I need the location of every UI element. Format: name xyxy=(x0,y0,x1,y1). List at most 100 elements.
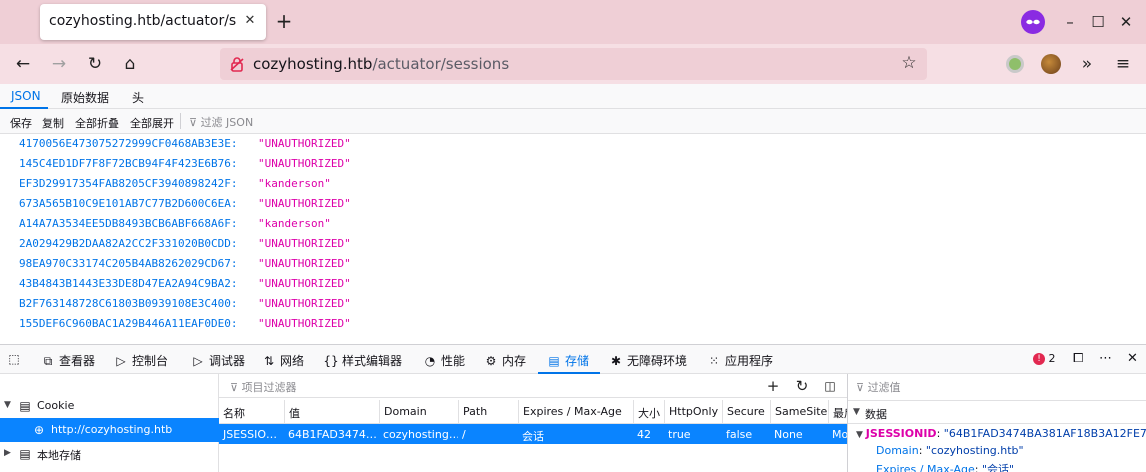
tab-console[interactable]: ▷ 控制台 xyxy=(113,352,168,369)
detail-cookie-name: JSESSIONID xyxy=(865,427,937,440)
detail-expires-value: "会话" xyxy=(981,463,1015,472)
json-row[interactable]: 673A565B10C9E101AB7C77B2D600C6EA: "UNAUTH… xyxy=(0,194,1146,214)
minimize-icon[interactable]: – xyxy=(1060,12,1080,32)
filter-icon: ⊽ xyxy=(856,381,868,394)
extension-icon[interactable] xyxy=(1006,55,1024,73)
table-filter-input[interactable]: ⊽ 项目过滤器 xyxy=(230,379,297,395)
tab-raw-data[interactable]: 原始数据 xyxy=(61,89,109,106)
tab-performance[interactable]: ◔ 性能 xyxy=(422,352,465,369)
json-row[interactable]: EF3D29917354FAB8205CF3940898242F: "kander… xyxy=(0,174,1146,194)
home-icon[interactable]: ⌂ xyxy=(119,53,141,75)
json-key: 4170056E473075272999CF0468AB3E3E: xyxy=(19,137,238,150)
column-header-httponly[interactable]: HttpOnly xyxy=(664,400,722,424)
detail-cookie-line[interactable]: ▼ JSESSIONID: "64B1FAD3474BA381AF18B3A12… xyxy=(856,427,1146,440)
tab-json[interactable]: JSON xyxy=(11,89,41,103)
memory-icon: ⚙ xyxy=(485,354,497,368)
chevron-down-icon[interactable]: ▼ xyxy=(856,430,866,440)
close-window-icon[interactable]: ✕ xyxy=(1116,12,1136,32)
forward-icon[interactable]: → xyxy=(48,53,70,75)
tab-style-editor[interactable]: {} 样式编辑器 xyxy=(323,352,402,369)
overflow-chevron-icon[interactable]: » xyxy=(1076,53,1098,75)
column-header-name[interactable]: 名称 xyxy=(219,400,284,424)
url-bar[interactable]: cozyhosting.htb/actuator/sessions ☆ xyxy=(220,48,927,80)
json-row[interactable]: 98EA970C33174C205B4AB8262029CD67: "UNAUTH… xyxy=(0,254,1146,274)
tab-network-label: 网络 xyxy=(280,354,305,368)
detail-domain-value: "cozyhosting.htb" xyxy=(925,444,1024,457)
lock-icon[interactable] xyxy=(229,56,245,72)
json-value: "UNAUTHORIZED" xyxy=(258,237,351,250)
sidebar-item-local-storage[interactable]: ▶ ▤ 本地存储 xyxy=(0,442,219,466)
json-value: "UNAUTHORIZED" xyxy=(258,297,351,310)
tab-headers[interactable]: 头 xyxy=(132,89,144,106)
browser-tab[interactable]: cozyhosting.htb/actuator/sessions ✕ xyxy=(40,4,266,40)
debugger-icon: ▷ xyxy=(193,354,203,368)
sidebar-item-cookie[interactable]: ▼ ▤ Cookie xyxy=(0,394,219,418)
tab-storage[interactable]: ▤ 存储 xyxy=(546,352,589,369)
json-row[interactable]: 155DEF6C960BAC1A29B446A11EAF0DE0: "UNAUTH… xyxy=(0,314,1146,334)
close-icon[interactable]: ✕ xyxy=(242,13,258,29)
expand-all-button[interactable]: 全部展开 xyxy=(130,115,174,131)
table-filter-bar: ⊽ 项目过滤器 + ↻ ◫ xyxy=(219,374,847,398)
maximize-icon[interactable]: ☐ xyxy=(1088,12,1108,32)
column-header-last-accessed[interactable]: 最后 xyxy=(828,400,847,424)
json-row[interactable]: 145C4ED1DF7F8F72BCB94F4F423E6B76: "UNAUTH… xyxy=(0,154,1146,174)
column-header-path[interactable]: Path xyxy=(458,400,518,424)
dock-side-icon[interactable]: ⧠ xyxy=(1073,351,1083,366)
chevron-down-icon[interactable]: ▼ xyxy=(853,407,860,417)
json-row[interactable]: 4170056E473075272999CF0468AB3E3E: "UNAUTH… xyxy=(0,134,1146,154)
detail-expires-line[interactable]: Expires / Max-Age: "会话" xyxy=(876,461,1014,472)
tab-accessibility[interactable]: ✱ 无障碍环境 xyxy=(608,352,687,369)
json-row[interactable]: B2F763148728C61803B0939108E3C400: "UNAUTH… xyxy=(0,294,1146,314)
detail-section-header[interactable]: ▼ 数据 xyxy=(848,400,1146,424)
json-key: 673A565B10C9E101AB7C77B2D600C6EA: xyxy=(19,197,238,210)
column-header-domain[interactable]: Domain xyxy=(379,400,458,424)
private-browsing-icon xyxy=(1021,10,1045,34)
bookmark-star-icon[interactable]: ☆ xyxy=(899,53,919,73)
chevron-down-icon[interactable]: ▼ xyxy=(4,400,11,410)
tab-accessibility-label: 无障碍环境 xyxy=(627,354,688,368)
json-filter-input[interactable]: ⊽ 过滤 JSON xyxy=(189,114,253,130)
tab-inspector[interactable]: ⧉ 查看器 xyxy=(40,352,95,369)
json-row[interactable]: 43B4843B1443E33DE8D47EA2A94C9BA2: "UNAUTH… xyxy=(0,274,1146,294)
cell-httponly: true xyxy=(668,428,691,441)
toggle-sidebar-icon[interactable]: ◫ xyxy=(821,377,839,395)
close-devtools-icon[interactable]: ✕ xyxy=(1127,351,1138,366)
error-icon: ! xyxy=(1033,353,1045,365)
more-options-icon[interactable]: ⋯ xyxy=(1099,351,1112,366)
detail-filter-input[interactable]: ⊽ 过滤值 xyxy=(856,379,901,395)
table-header: 名称 值 Domain Path Expires / Max-Age 大小 Ht… xyxy=(219,400,847,424)
column-header-secure[interactable]: Secure xyxy=(722,400,770,424)
save-button[interactable]: 保存 xyxy=(10,115,32,131)
json-row[interactable]: A14A7A3534EE5DB8493BCB6ABF668A6F: "kander… xyxy=(0,214,1146,234)
table-row[interactable]: JSESSIO… 64B1FAD3474… cozyhosting… / 会话 … xyxy=(219,424,847,444)
tab-application[interactable]: ⁙ 应用程序 xyxy=(706,352,773,369)
avatar[interactable] xyxy=(1041,54,1061,74)
tab-debugger[interactable]: ▷ 调试器 xyxy=(190,352,245,369)
menu-icon[interactable]: ≡ xyxy=(1112,53,1134,75)
tab-memory[interactable]: ⚙ 内存 xyxy=(483,352,526,369)
column-header-expires[interactable]: Expires / Max-Age xyxy=(518,400,633,424)
column-header-samesite[interactable]: SameSite xyxy=(770,400,828,424)
url-path: /actuator/sessions xyxy=(372,55,510,73)
storage-sidebar: ▼ ▤ Cookie ⊕ http://cozyhosting.htb ▶ ▤ … xyxy=(0,374,219,472)
json-value: "UNAUTHORIZED" xyxy=(258,157,351,170)
refresh-icon[interactable]: ↻ xyxy=(793,377,811,395)
sidebar-item-cookie-host[interactable]: ⊕ http://cozyhosting.htb xyxy=(0,418,219,442)
column-header-value[interactable]: 值 xyxy=(284,400,379,424)
element-picker-icon[interactable]: ⬚ xyxy=(6,352,25,366)
plus-icon[interactable]: + xyxy=(274,11,294,31)
collapse-all-button[interactable]: 全部折叠 xyxy=(75,115,119,131)
column-header-size[interactable]: 大小 xyxy=(633,400,664,424)
error-count: 2 xyxy=(1048,352,1056,365)
copy-button[interactable]: 复制 xyxy=(42,115,64,131)
network-icon: ⇅ xyxy=(263,354,275,368)
tab-network[interactable]: ⇅ 网络 xyxy=(261,352,304,369)
cell-expires: 会话 xyxy=(522,430,544,443)
json-row[interactable]: 2A029429B2DAA82A2CC2F331020B0CDD: "UNAUTH… xyxy=(0,234,1146,254)
back-icon[interactable]: ← xyxy=(12,53,34,75)
error-count-badge[interactable]: ! 2 xyxy=(1033,352,1056,365)
reload-icon[interactable]: ↻ xyxy=(84,53,106,75)
add-item-icon[interactable]: + xyxy=(764,377,782,395)
chevron-right-icon[interactable]: ▶ xyxy=(4,448,11,458)
detail-domain-line[interactable]: Domain: "cozyhosting.htb" xyxy=(876,444,1024,457)
